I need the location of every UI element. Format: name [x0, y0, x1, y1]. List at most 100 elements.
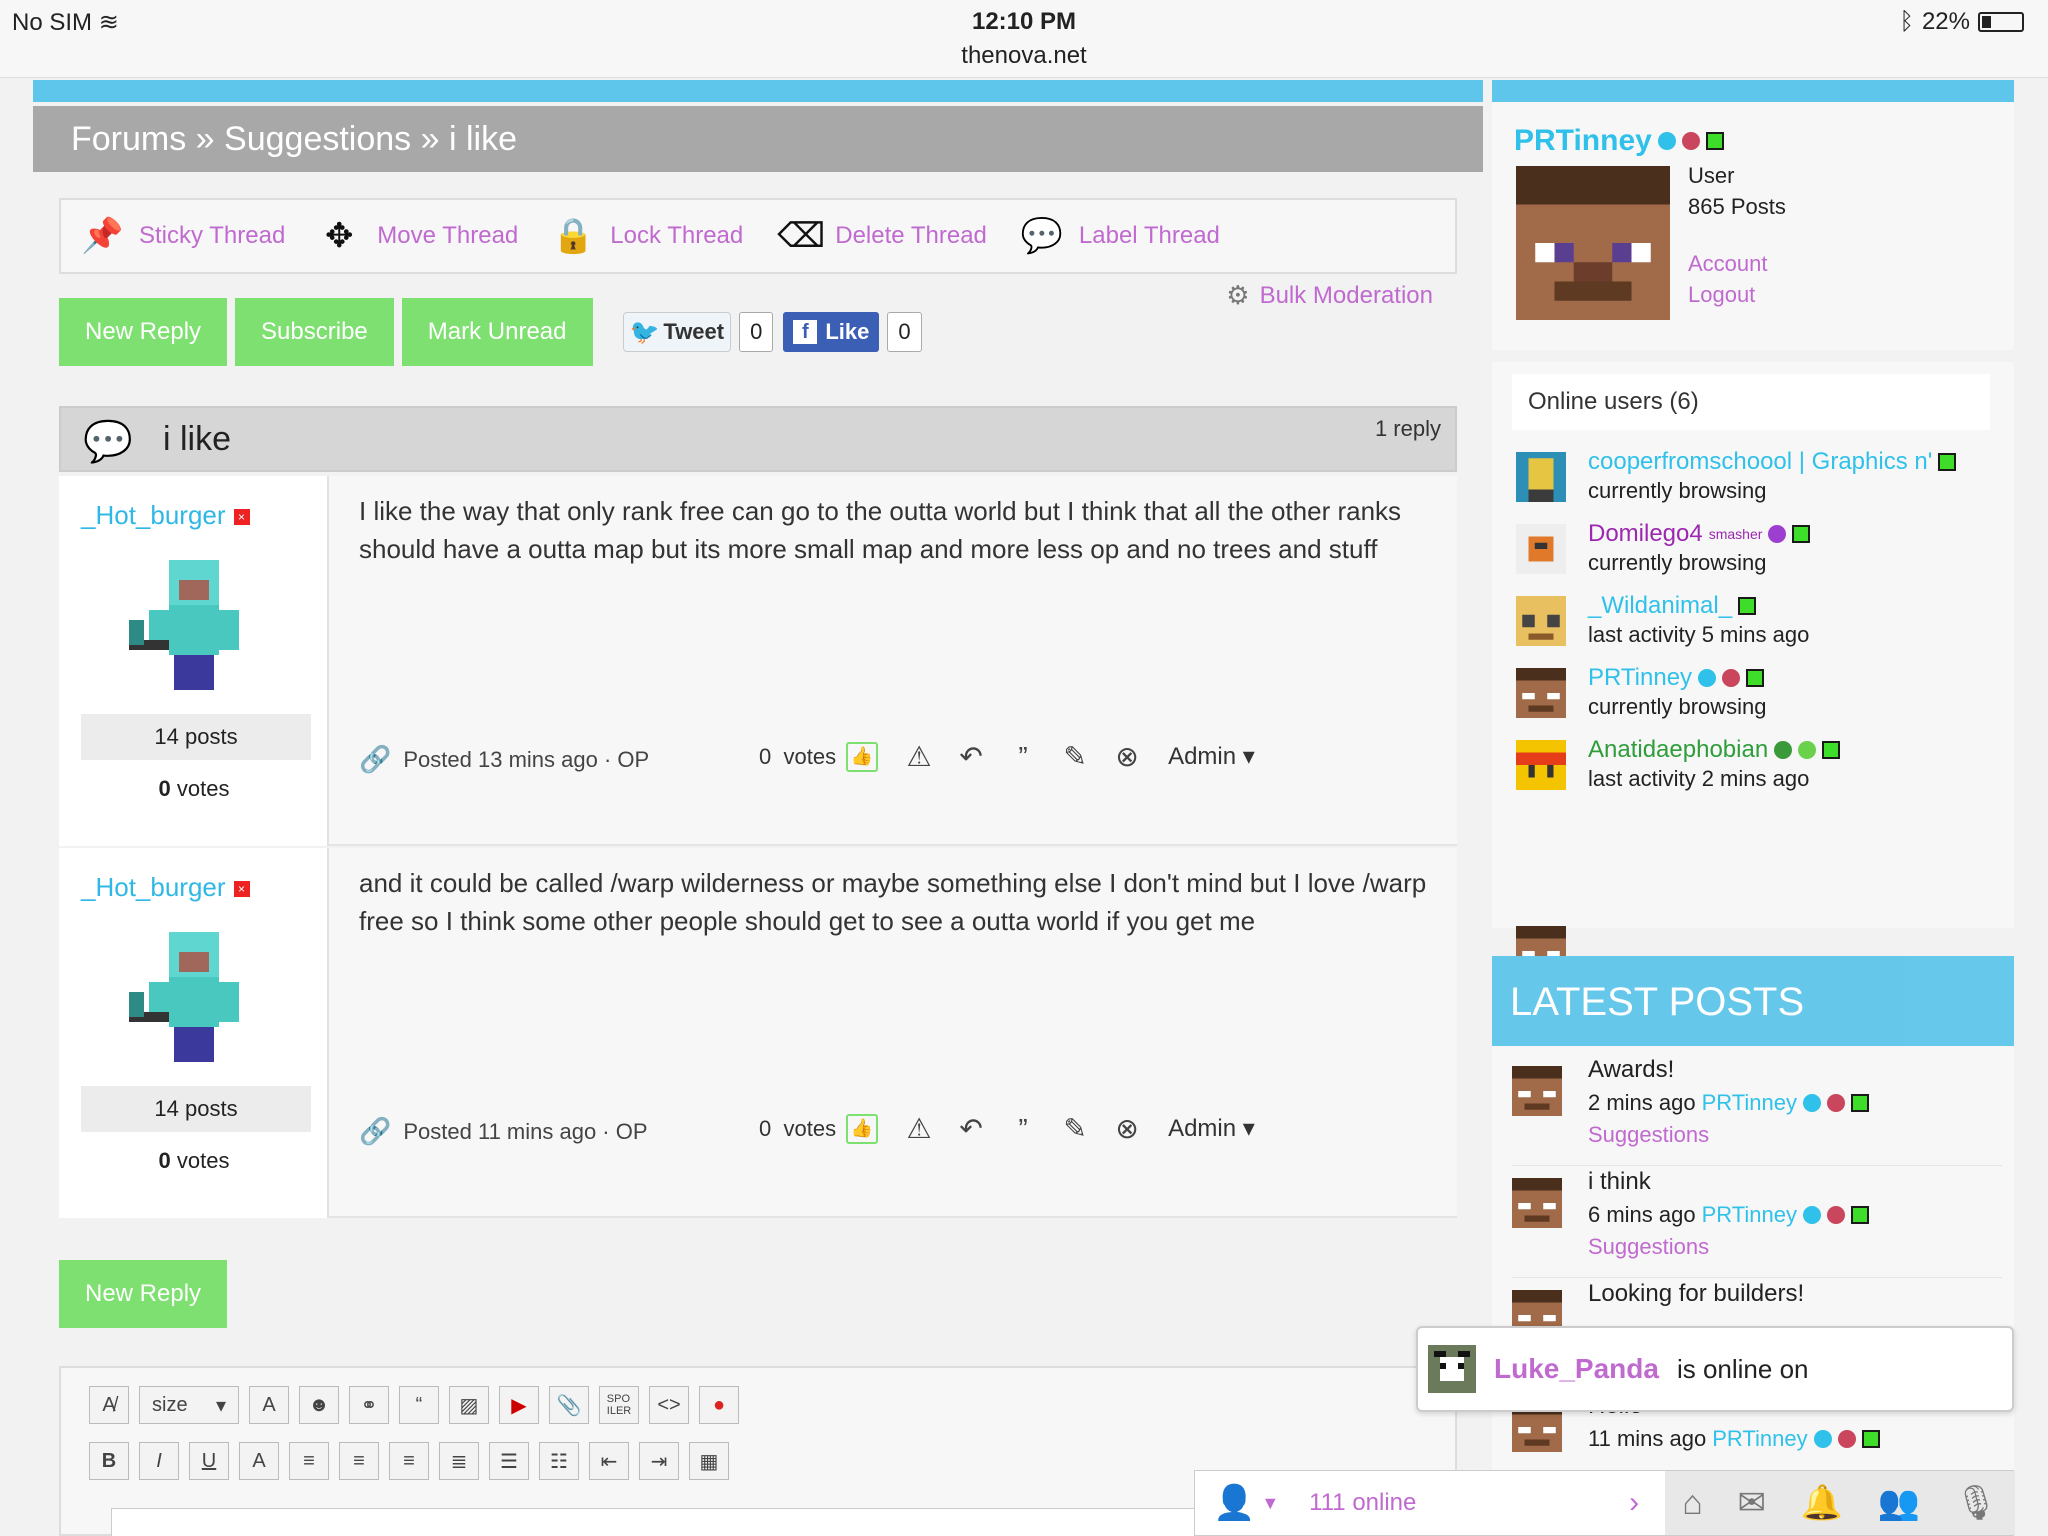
text-color-icon[interactable]: A: [249, 1386, 289, 1424]
delete-thread-button[interactable]: ⌫ Delete Thread: [777, 216, 987, 256]
bell-icon[interactable]: 🔔: [1801, 1483, 1843, 1523]
logout-link[interactable]: Logout: [1688, 279, 1786, 310]
profile-name[interactable]: PRTinney: [1514, 124, 1724, 158]
online-count[interactable]: 111 online: [1309, 1489, 1609, 1517]
author-avatar[interactable]: [119, 550, 269, 700]
align-left-icon[interactable]: ≡: [289, 1442, 329, 1480]
justify-icon[interactable]: ≣: [439, 1442, 479, 1480]
report-icon[interactable]: ⚠: [902, 740, 936, 773]
profile-role: User: [1688, 163, 1735, 188]
notification-user[interactable]: Luke_Panda: [1494, 1353, 1659, 1385]
online-user[interactable]: _Wildanimal_ last activity 5 mins ago: [1516, 592, 2006, 652]
author-name[interactable]: _Hot_burger ×: [81, 872, 250, 903]
delete-post-icon[interactable]: ⊗: [1110, 740, 1144, 773]
latest-post-title[interactable]: i think: [1588, 1168, 1651, 1196]
facebook-like-button[interactable]: f Like: [783, 312, 880, 352]
table-icon[interactable]: ▦: [689, 1442, 729, 1480]
quote-icon[interactable]: ”: [1006, 1113, 1040, 1145]
code-icon[interactable]: <>: [649, 1386, 689, 1424]
online-user[interactable]: cooperfromschoool | Graphics n' currentl…: [1516, 448, 2006, 508]
account-link[interactable]: Account: [1688, 248, 1786, 279]
latest-post-category[interactable]: Suggestions: [1588, 1234, 1709, 1260]
report-icon[interactable]: ⚠: [902, 1112, 936, 1145]
reply-icon[interactable]: ↶: [954, 740, 988, 773]
numbered-list-icon[interactable]: ☷: [539, 1442, 579, 1480]
friends-icon[interactable]: 👥: [1878, 1483, 1920, 1523]
new-reply-button[interactable]: New Reply: [59, 1260, 228, 1328]
thumbs-up-icon[interactable]: 👍: [846, 741, 879, 772]
user-avatar: [1516, 524, 1566, 574]
delete-post-icon[interactable]: ⊗: [1110, 1112, 1144, 1145]
align-center-icon[interactable]: ≡: [339, 1442, 379, 1480]
quote-icon[interactable]: ”: [1006, 741, 1040, 773]
permalink-icon[interactable]: 🔗: [359, 1116, 391, 1147]
latest-post-title[interactable]: Awards!: [1588, 1056, 1674, 1084]
latest-post-item[interactable]: i think 6 mins ago PRTinney Suggestions: [1512, 1166, 2002, 1278]
move-thread-button[interactable]: ✥ Move Thread: [319, 216, 518, 256]
quote-icon[interactable]: “: [399, 1386, 439, 1424]
online-user[interactable]: PRTinney currently browsing: [1516, 664, 2006, 724]
user-name: _Wildanimal_: [1588, 592, 1733, 619]
bullet-list-icon[interactable]: ☰: [489, 1442, 529, 1480]
bold-icon[interactable]: B: [89, 1442, 129, 1480]
chevron-down-icon[interactable]: ▼: [1261, 1493, 1279, 1514]
bulk-moderation-link[interactable]: ⚙ Bulk Moderation: [1226, 280, 1433, 311]
user-icon[interactable]: 👤: [1213, 1483, 1255, 1523]
edit-icon[interactable]: ✎: [1058, 1112, 1092, 1145]
subscribe-button[interactable]: Subscribe: [235, 298, 394, 366]
online-badge-icon: [1938, 453, 1957, 471]
admin-dropdown[interactable]: Admin ▾: [1168, 1114, 1255, 1143]
lock-thread-button[interactable]: 🔒 Lock Thread: [552, 216, 743, 256]
user-avatar: [1512, 1178, 1562, 1228]
post-actions: 0 votes 👍 ⚠ ↶ ” ✎ ⊗ Admin ▾: [759, 1112, 1439, 1145]
latest-post-title[interactable]: Looking for builders!: [1588, 1280, 1804, 1308]
microphone-icon[interactable]: 🎙: [1954, 1483, 1997, 1523]
profile-panel: PRTinney User 865 Posts Account Logout: [1492, 102, 2014, 350]
latest-post-category[interactable]: Suggestions: [1588, 1122, 1709, 1148]
size-select[interactable]: size ▾: [139, 1386, 239, 1424]
permalink-icon[interactable]: 🔗: [359, 744, 391, 775]
online-user[interactable]: Domilego4 smasher currently browsing: [1516, 520, 2006, 580]
admin-dropdown[interactable]: Admin ▾: [1168, 742, 1255, 771]
home-icon[interactable]: ⌂: [1682, 1484, 1703, 1523]
breadcrumb[interactable]: Forums » Suggestions » i like: [33, 106, 1483, 172]
outdent-icon[interactable]: ⇤: [589, 1442, 629, 1480]
emoji-icon[interactable]: ☻: [299, 1386, 339, 1424]
youtube-icon[interactable]: ▶: [499, 1386, 539, 1424]
delete-icon: ⌫: [777, 217, 826, 255]
attachment-icon[interactable]: 📎: [549, 1386, 589, 1424]
alert-icon[interactable]: ●: [699, 1386, 739, 1424]
moderation-bar: 📌 Sticky Thread ✥ Move Thread 🔒 Lock Thread…: [59, 198, 1457, 274]
author-avatar[interactable]: [119, 922, 269, 1072]
online-notification[interactable]: Luke_Panda is online on: [1416, 1326, 2014, 1412]
author-name[interactable]: _Hot_burger ×: [81, 500, 250, 531]
edit-icon[interactable]: ✎: [1058, 740, 1092, 773]
italic-icon[interactable]: I: [139, 1442, 179, 1480]
mark-unread-button[interactable]: Mark Unread: [401, 298, 593, 366]
profile-avatar[interactable]: [1516, 166, 1670, 320]
spoiler-icon[interactable]: SPO ILER: [599, 1386, 639, 1424]
reply-icon[interactable]: ↶: [954, 1112, 988, 1145]
mail-icon[interactable]: ✉: [1737, 1483, 1766, 1523]
latest-post-user: PRTinney: [1701, 1202, 1798, 1227]
sidebar-stripe: [1492, 80, 2014, 102]
thread-actions: New Reply Subscribe Mark Unread 🐦 Tweet 0…: [59, 298, 922, 366]
sticky-thread-button[interactable]: 📌 Sticky Thread: [81, 216, 285, 256]
status-bar: No SIM ≋ 12:10 PM thenova.net ᛒ 22%: [0, 0, 2048, 78]
indent-icon[interactable]: ⇥: [639, 1442, 679, 1480]
thumbs-up-icon[interactable]: 👍: [846, 1113, 879, 1144]
link-icon[interactable]: ⚭: [349, 1386, 389, 1424]
online-user[interactable]: Anatidaephobian last activity 2 mins ago: [1516, 736, 2006, 796]
font-icon[interactable]: A̸: [89, 1386, 129, 1424]
tweet-button[interactable]: 🐦 Tweet: [622, 312, 732, 352]
underline-icon[interactable]: U: [189, 1442, 229, 1480]
align-right-icon[interactable]: ≡: [389, 1442, 429, 1480]
new-reply-button[interactable]: New Reply: [59, 298, 228, 366]
image-icon[interactable]: ▨: [449, 1386, 489, 1424]
label-thread-button[interactable]: 💬 Label Thread: [1021, 216, 1220, 256]
user-avatar: [1516, 596, 1566, 646]
latest-post-item[interactable]: Awards! 2 mins ago PRTinney Suggestions: [1512, 1054, 2002, 1166]
chevron-right-icon[interactable]: ›: [1629, 1486, 1639, 1520]
url-label[interactable]: thenova.net: [0, 42, 2048, 70]
highlight-icon[interactable]: A: [239, 1442, 279, 1480]
